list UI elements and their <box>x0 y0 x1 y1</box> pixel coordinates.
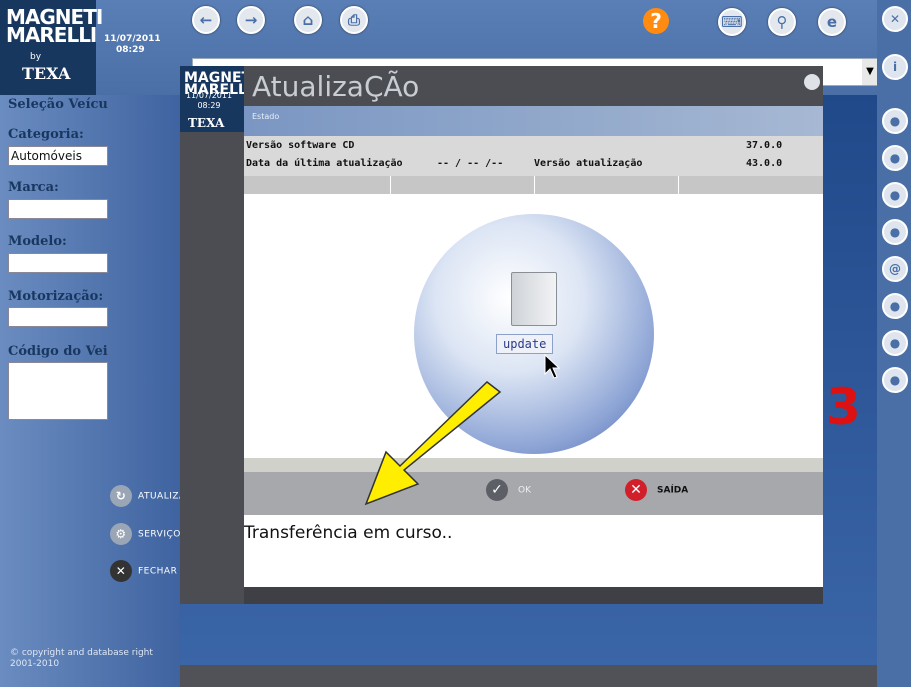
dialog-status-bar: Estado <box>244 106 823 136</box>
bottom-strip <box>180 665 877 687</box>
message-area: Transferência em curso.. <box>244 515 823 587</box>
model-field[interactable] <box>8 253 108 273</box>
update-illustration: update <box>244 194 823 458</box>
date: 11/07/2011 <box>104 34 161 44</box>
sw-version-value: 37.0.0 <box>746 140 783 151</box>
model-label: Modelo: <box>8 234 67 249</box>
search-icon[interactable]: ⚲ <box>768 8 796 36</box>
tool-8-icon[interactable]: ● <box>882 367 908 393</box>
close-icon: ✕ <box>625 479 647 501</box>
internet-icon[interactable]: e <box>818 8 846 36</box>
brand-texa: TEXA <box>22 64 71 83</box>
tool-7-icon[interactable]: ● <box>882 330 908 356</box>
copyright-text: © copyright and database right 2001-2010 <box>10 648 153 669</box>
info-icon[interactable]: i <box>882 54 908 80</box>
service-button-label: SERVIÇO <box>138 529 181 540</box>
dialog-title: AtualizaÇÃo <box>252 70 420 103</box>
tool-3-icon[interactable]: ● <box>882 182 908 208</box>
make-field[interactable] <box>8 199 108 219</box>
engine-label: Motorização: <box>8 289 104 304</box>
table-header-row <box>244 176 823 194</box>
background-red-letter: 3 <box>826 378 861 436</box>
update-icon: ↻ <box>110 485 132 507</box>
vehicle-selection-title: Seleção Veícu <box>8 97 108 112</box>
mouse-cursor-icon <box>544 354 560 379</box>
exit-button[interactable]: ✕ SAÍDA <box>625 479 688 501</box>
tool-2-icon[interactable]: ● <box>882 145 908 171</box>
vehicle-code-label: Código do Vei <box>8 344 108 359</box>
version-info: Versão software CD 37.0.0 Data da última… <box>244 136 823 176</box>
tool-5-icon[interactable]: @ <box>882 256 908 282</box>
service-icon: ⚙ <box>110 523 132 545</box>
make-label: Marca: <box>8 180 59 195</box>
time: 08:29 <box>116 45 145 55</box>
home-icon[interactable]: ⌂ <box>294 6 322 34</box>
back-icon[interactable]: ← <box>192 6 220 34</box>
category-label: Categoria: <box>8 127 84 142</box>
dialog-footer <box>244 587 823 604</box>
category-field[interactable]: Automóveis <box>8 146 108 166</box>
forward-icon[interactable]: → <box>237 6 265 34</box>
folder-icon <box>511 272 557 326</box>
dialog-minimize-button[interactable] <box>804 74 820 90</box>
annotation-arrow-icon <box>364 381 502 506</box>
update-dialog: MAGNETI MARELLI TEXA AtualizaÇÃo Estado V… <box>180 66 823 604</box>
tool-1-icon[interactable]: ● <box>882 108 908 134</box>
last-update-value: -- / -- /-- <box>437 158 504 169</box>
close-icon: ✕ <box>110 560 132 582</box>
dialog-brand-texa: TEXA <box>188 116 225 130</box>
exit-button-label: SAÍDA <box>657 485 689 496</box>
brand-name: MAGNETI MARELLI <box>6 5 103 47</box>
engine-field[interactable] <box>8 307 108 327</box>
dialog-date: 11/07/2011 <box>185 91 233 100</box>
brand-logo: MAGNETI MARELLI by TEXA <box>0 0 103 95</box>
sw-version-label: Versão software CD <box>246 140 355 151</box>
dialog-button-bar <box>244 472 823 515</box>
close-button-label: FECHAR <box>138 566 178 577</box>
help-icon[interactable]: ? <box>643 8 669 34</box>
date-time: 11/07/2011 08:29 <box>104 34 161 56</box>
brand-by: by <box>30 52 42 62</box>
dialog-date-block: 11/07/2011 08:29 <box>178 91 240 111</box>
exit-icon[interactable]: ✕ <box>882 6 908 32</box>
last-update-label: Data da última atualização <box>246 158 403 169</box>
update-version-label: Versão atualização <box>534 158 643 169</box>
vehicle-code-field[interactable] <box>8 362 108 420</box>
service-button[interactable]: ⚙ SERVIÇO <box>110 523 181 545</box>
status-label: Estado <box>252 112 280 121</box>
dialog-time: 08:29 <box>197 101 221 110</box>
transfer-status-text: Transferência em curso.. <box>244 523 453 543</box>
close-button[interactable]: ✕ FECHAR <box>110 560 177 582</box>
update-version-value: 43.0.0 <box>746 158 783 169</box>
update-label: update <box>496 334 554 354</box>
chevron-down-icon[interactable]: ▼ <box>862 59 878 85</box>
tool-6-icon[interactable]: ● <box>882 293 908 319</box>
progress-band <box>244 458 823 472</box>
ok-button-label: OK <box>518 485 531 496</box>
keyboard-icon[interactable]: ⌨ <box>718 8 746 36</box>
print-icon[interactable]: ⎙ <box>340 6 368 34</box>
tool-4-icon[interactable]: ● <box>882 219 908 245</box>
